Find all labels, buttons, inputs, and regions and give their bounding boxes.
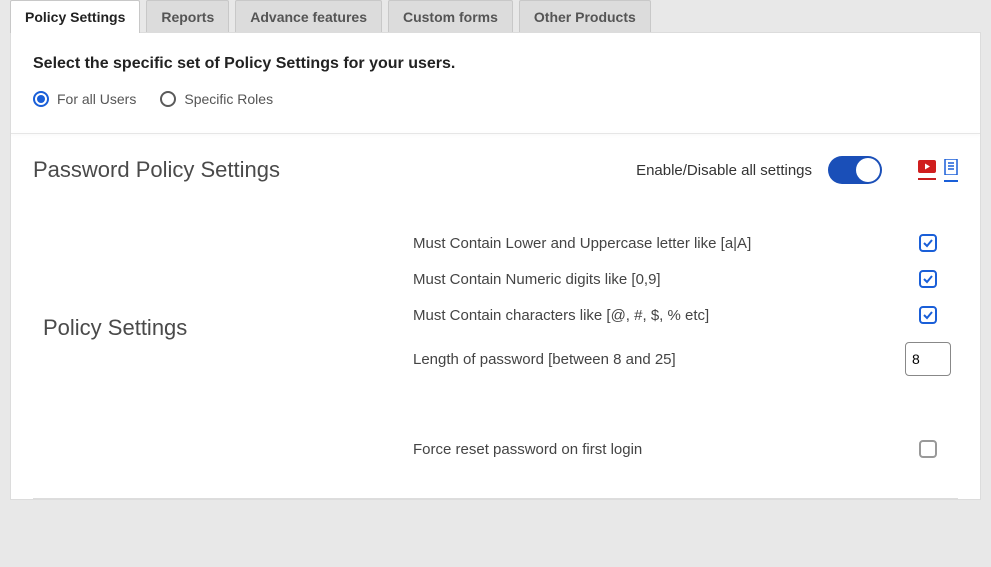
enable-all-label: Enable/Disable all settings [636, 162, 812, 179]
tab-other-products[interactable]: Other Products [519, 0, 651, 33]
toggle-knob [856, 158, 880, 182]
video-help-icon[interactable] [918, 160, 936, 180]
radio-icon [33, 91, 49, 107]
enable-all-toggle[interactable] [828, 156, 882, 184]
radio-icon [160, 91, 176, 107]
rule-numeric-checkbox[interactable] [919, 270, 937, 288]
radio-for-all-users[interactable]: For all Users [33, 91, 136, 107]
tab-bar: Policy Settings Reports Advance features… [0, 0, 991, 33]
rule-length-input[interactable] [905, 342, 951, 376]
divider [33, 498, 958, 499]
rule-special-chars-checkbox[interactable] [919, 306, 937, 324]
password-section-title: Password Policy Settings [33, 157, 280, 183]
radio-specific-roles[interactable]: Specific Roles [160, 91, 273, 107]
radio-label: For all Users [57, 91, 136, 107]
policy-settings-heading: Policy Settings [43, 315, 413, 341]
password-section-header: Password Policy Settings Enable/Disable … [33, 134, 958, 194]
tab-reports[interactable]: Reports [146, 0, 229, 33]
tab-custom-forms[interactable]: Custom forms [388, 0, 513, 33]
rule-length-label: Length of password [between 8 and 25] [413, 351, 898, 368]
rule-lower-upper-label: Must Contain Lower and Uppercase letter … [413, 235, 898, 252]
policy-settings-grid: Policy Settings Must Contain Lower and U… [33, 194, 958, 468]
doc-help-icon[interactable] [944, 159, 958, 182]
main-panel: Select the specific set of Policy Settin… [10, 32, 981, 500]
scope-radio-group: For all Users Specific Roles [33, 91, 958, 107]
rule-lower-upper-checkbox[interactable] [919, 234, 937, 252]
rule-force-reset-checkbox[interactable] [919, 440, 937, 458]
rule-numeric-label: Must Contain Numeric digits like [0,9] [413, 271, 898, 288]
tab-policy-settings[interactable]: Policy Settings [10, 0, 140, 33]
tab-advance-features[interactable]: Advance features [235, 0, 382, 33]
radio-label: Specific Roles [184, 91, 273, 107]
scope-heading: Select the specific set of Policy Settin… [33, 55, 958, 73]
rule-force-reset-label: Force reset password on first login [413, 441, 898, 458]
rule-special-chars-label: Must Contain characters like [@, #, $, %… [413, 307, 898, 324]
